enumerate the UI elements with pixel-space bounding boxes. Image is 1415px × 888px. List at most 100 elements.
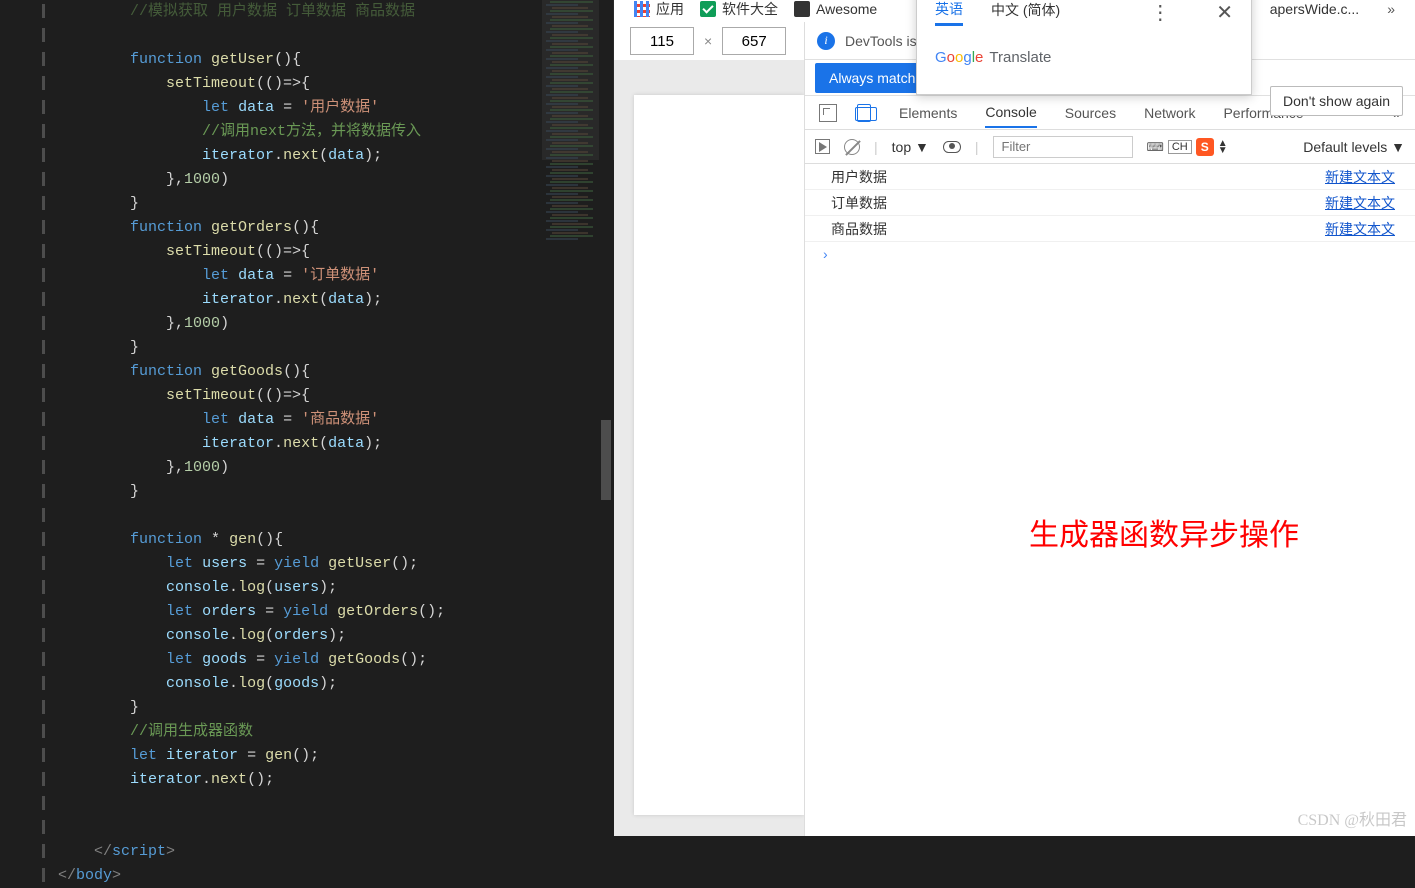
apps-icon: [634, 1, 650, 17]
code-line[interactable]: }: [58, 696, 614, 720]
bookmark-software[interactable]: 软件大全: [700, 0, 778, 18]
bookmark-overflow[interactable]: »: [1387, 1, 1395, 17]
bookmark-label: 应用: [656, 0, 684, 18]
code-line[interactable]: function getUser(){: [58, 48, 614, 72]
code-line[interactable]: function getGoods(){: [58, 360, 614, 384]
console-message: 用户数据: [831, 167, 1325, 187]
code-line[interactable]: let orders = yield getOrders();: [58, 600, 614, 624]
inspect-element-icon[interactable]: [819, 104, 837, 122]
rendered-page[interactable]: [634, 95, 804, 815]
times-icon: ×: [704, 33, 712, 49]
console-prompt[interactable]: ›: [805, 242, 1415, 266]
console-message: 订单数据: [831, 193, 1325, 213]
page-icon: [794, 1, 810, 17]
clear-console-icon[interactable]: [844, 139, 860, 155]
code-line[interactable]: </body>: [58, 864, 614, 888]
tab-network[interactable]: Network: [1144, 99, 1195, 127]
code-line[interactable]: setTimeout(()=>{: [58, 384, 614, 408]
code-line[interactable]: [58, 816, 614, 840]
translate-more-icon[interactable]: ⋮: [1150, 0, 1170, 25]
ime-indicator[interactable]: ⌨ CH S ▲▼: [1147, 138, 1228, 156]
code-line[interactable]: }: [58, 336, 614, 360]
code-line[interactable]: console.log(users);: [58, 576, 614, 600]
tab-sources[interactable]: Sources: [1065, 99, 1116, 127]
translate-popup: 英语 中文 (简体) ⋮ ✕ Google Translate: [916, 0, 1252, 95]
console-row: 用户数据新建文本文: [805, 164, 1415, 190]
console-row: 订单数据新建文本文: [805, 190, 1415, 216]
context-selector[interactable]: top ▼: [892, 139, 929, 155]
console-message: 商品数据: [831, 219, 1325, 239]
info-icon: i: [817, 32, 835, 50]
code-line[interactable]: function * gen(){: [58, 528, 614, 552]
code-line[interactable]: [58, 504, 614, 528]
viewport-height-input[interactable]: [722, 27, 786, 55]
console-source-link[interactable]: 新建文本文: [1325, 219, 1395, 239]
browser-pane: 应用 软件大全 Awesome apersWide.c... » 英语 中文 (…: [614, 0, 1415, 836]
console-output: 用户数据新建文本文订单数据新建文本文商品数据新建文本文: [805, 164, 1415, 242]
code-line[interactable]: iterator.next(data);: [58, 432, 614, 456]
translate-close-icon[interactable]: ✕: [1216, 0, 1233, 25]
code-line[interactable]: }: [58, 192, 614, 216]
code-line[interactable]: function getOrders(){: [58, 216, 614, 240]
translate-tab-chinese[interactable]: 中文 (简体): [991, 0, 1060, 24]
viewport-width-input[interactable]: [630, 27, 694, 55]
dont-show-button[interactable]: Don't show again: [1270, 86, 1403, 116]
google-logo: Google: [935, 49, 983, 66]
always-match-button[interactable]: Always match: [815, 63, 929, 93]
bookmark-apps[interactable]: 应用: [634, 0, 684, 18]
console-filter-input[interactable]: [993, 136, 1133, 158]
code-line[interactable]: let users = yield getUser();: [58, 552, 614, 576]
code-line[interactable]: console.log(goods);: [58, 672, 614, 696]
console-sidebar-toggle-icon[interactable]: [815, 139, 830, 154]
viewport-size: ×: [614, 22, 804, 60]
code-line[interactable]: iterator.next();: [58, 768, 614, 792]
bookmark-label: Awesome: [816, 1, 877, 17]
tab-elements[interactable]: Elements: [899, 99, 957, 127]
translate-tabs: 英语 中文 (简体) ⋮ ✕: [917, 0, 1251, 35]
scrollbar-thumb[interactable]: [601, 420, 611, 500]
code-line[interactable]: },1000): [58, 168, 614, 192]
code-line[interactable]: let data = '订单数据': [58, 264, 614, 288]
code-line[interactable]: let goods = yield getGoods();: [58, 648, 614, 672]
watermark: CSDN @秋田君: [1298, 806, 1407, 830]
code-line[interactable]: },1000): [58, 456, 614, 480]
check-icon: [700, 1, 716, 17]
code-area[interactable]: //模拟获取 用户数据 订单数据 商品数据 function getUser()…: [54, 0, 614, 836]
code-line[interactable]: let data = '用户数据': [58, 96, 614, 120]
code-line[interactable]: setTimeout(()=>{: [58, 72, 614, 96]
notice-text: DevTools is: [845, 33, 917, 49]
live-expression-icon[interactable]: [943, 141, 961, 153]
ime-toggle-icon: ▲▼: [1218, 140, 1228, 154]
ime-sogou-icon: S: [1196, 138, 1214, 156]
console-source-link[interactable]: 新建文本文: [1325, 167, 1395, 187]
code-line[interactable]: }: [58, 480, 614, 504]
code-line[interactable]: [58, 24, 614, 48]
gutter: [0, 0, 54, 836]
annotation-text: 生成器函数异步操作: [1029, 510, 1299, 554]
vertical-scrollbar[interactable]: [599, 0, 613, 836]
code-line[interactable]: //调用生成器函数: [58, 720, 614, 744]
device-toggle-icon[interactable]: [857, 104, 871, 122]
code-line[interactable]: },1000): [58, 312, 614, 336]
code-line[interactable]: </script>: [58, 840, 614, 864]
bookmark-wallpapers[interactable]: apersWide.c...: [1270, 1, 1359, 17]
tab-console[interactable]: Console: [985, 98, 1036, 128]
console-source-link[interactable]: 新建文本文: [1325, 193, 1395, 213]
bookmark-awesome[interactable]: Awesome: [794, 1, 877, 17]
code-line[interactable]: //调用next方法，并将数据传入: [58, 120, 614, 144]
code-line[interactable]: iterator.next(data);: [58, 288, 614, 312]
translate-brand-text: Translate: [989, 49, 1051, 66]
translate-tab-english[interactable]: 英语: [935, 0, 963, 26]
code-line[interactable]: let iterator = gen();: [58, 744, 614, 768]
code-line[interactable]: console.log(orders);: [58, 624, 614, 648]
translate-brand: Google Translate: [917, 35, 1251, 80]
console-toolbar: | top ▼ | ⌨ CH S ▲▼ Default levels ▼: [805, 130, 1415, 164]
code-line[interactable]: //模拟获取 用户数据 订单数据 商品数据: [58, 0, 614, 24]
ime-ch-label: CH: [1168, 140, 1192, 154]
log-levels-selector[interactable]: Default levels ▼: [1303, 139, 1405, 155]
code-line[interactable]: [58, 792, 614, 816]
code-line[interactable]: let data = '商品数据': [58, 408, 614, 432]
devtools: i DevTools is Always match Don't show ag…: [804, 22, 1415, 836]
code-line[interactable]: iterator.next(data);: [58, 144, 614, 168]
code-line[interactable]: setTimeout(()=>{: [58, 240, 614, 264]
